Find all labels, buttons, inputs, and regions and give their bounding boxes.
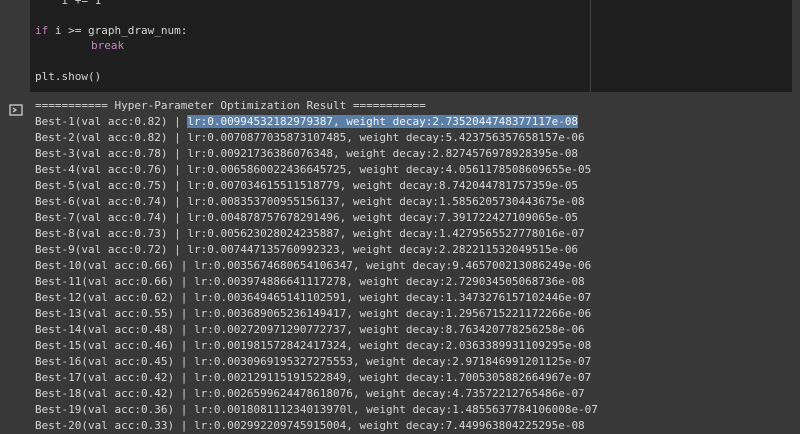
row-params: lr:0.008353700955156137, weight decay:1.…: [187, 195, 585, 208]
editor-ruler: [590, 0, 591, 92]
row-params: lr:0.00921736386076348, weight decay:2.8…: [187, 147, 579, 160]
code-line: break: [91, 39, 124, 53]
keyword: break: [91, 39, 125, 52]
code-line: plt.show(): [35, 70, 102, 83]
code-text: i >= graph_draw_num:: [48, 24, 188, 37]
output-row: Best-20(val acc:0.33) | lr:0.00299220974…: [35, 418, 585, 434]
row-params: lr:0.007447135760992323, weight decay:2.…: [187, 243, 579, 256]
code-line: i += 1: [35, 0, 102, 7]
row-params: lr:0.003689065236149417, weight decay:1.…: [193, 307, 592, 320]
row-label: Best-9(val acc:0.72) |: [35, 243, 188, 256]
output-row: Best-5(val acc:0.75) | lr:0.007034615511…: [35, 178, 578, 194]
row-label: Best-11(val acc:0.66) |: [35, 275, 194, 288]
row-label: Best-15(val acc:0.46) |: [35, 339, 194, 352]
row-params: lr:0.004878757678291496, weight decay:7.…: [187, 211, 579, 224]
row-params: lr:0.0026599624478618076, weight decay:4…: [193, 387, 585, 400]
row-label: Best-1(val acc:0.82) |: [35, 115, 188, 128]
row-label: Best-5(val acc:0.75) |: [35, 179, 188, 192]
code-cell[interactable]: i += 1 if i >= graph_draw_num: break plt…: [0, 0, 800, 92]
row-params: lr:0.001808111234013970l, weight decay:1…: [193, 403, 598, 416]
output-row: Best-15(val acc:0.46) | lr:0.00198157284…: [35, 338, 591, 354]
row-params: lr:0.0035674680654106347, weight decay:9…: [193, 259, 592, 272]
output-row: Best-16(val acc:0.45) | lr:0.00309691953…: [35, 354, 591, 370]
row-params: lr:0.0030969195327275553, weight decay:2…: [193, 355, 592, 368]
row-params: lr:0.0065860022436645725, weight decay:4…: [187, 163, 592, 176]
output-row: Best-3(val acc:0.78) | lr:0.009217363860…: [35, 146, 578, 162]
output-row: Best-17(val acc:0.42) | lr:0.00212911519…: [35, 370, 591, 386]
row-label: Best-17(val acc:0.42) |: [35, 371, 194, 384]
row-params: lr:0.003649465141102591, weight decay:1.…: [193, 291, 592, 304]
output-row: Best-2(val acc:0.82) | lr:0.007087703587…: [35, 130, 585, 146]
output-icon[interactable]: [9, 101, 23, 116]
row-label: Best-7(val acc:0.74) |: [35, 211, 188, 224]
row-label: Best-8(val acc:0.73) |: [35, 227, 188, 240]
row-label: Best-2(val acc:0.82) |: [35, 131, 188, 144]
row-label: Best-6(val acc:0.74) |: [35, 195, 188, 208]
output-header: =========== Hyper-Parameter Optimization…: [35, 99, 426, 112]
row-label: Best-19(val acc:0.36) |: [35, 403, 194, 416]
row-params: lr:0.001981572842417324, weight decay:2.…: [193, 339, 592, 352]
output-row: Best-13(val acc:0.55) | lr:0.00368906523…: [35, 306, 591, 322]
code-editor[interactable]: i += 1 if i >= graph_draw_num: break plt…: [30, 0, 792, 92]
row-params: lr:0.002129115191522849, weight decay:1.…: [193, 371, 592, 384]
row-label: Best-14(val acc:0.48) |: [35, 323, 194, 336]
cell-output: =========== Hyper-Parameter Optimization…: [0, 92, 800, 432]
row-label: Best-16(val acc:0.45) |: [35, 355, 194, 368]
row-label: Best-18(val acc:0.42) |: [35, 387, 194, 400]
row-label: Best-20(val acc:0.33) |: [35, 419, 194, 432]
row-label: Best-13(val acc:0.55) |: [35, 307, 194, 320]
output-row: Best-7(val acc:0.74) | lr:0.004878757678…: [35, 210, 578, 226]
output-row: Best-4(val acc:0.76) | lr:0.006586002243…: [35, 162, 591, 178]
output-row: Best-10(val acc:0.66) | lr:0.00356746806…: [35, 258, 591, 274]
row-label: Best-4(val acc:0.76) |: [35, 163, 188, 176]
row-params: lr:0.002720971290772737, weight decay:8.…: [193, 323, 585, 336]
row-params: lr:0.005623028024235887, weight decay:1.…: [187, 227, 585, 240]
row-params: lr:0.002992209745915004, weight decay:7.…: [193, 419, 585, 432]
output-row: Best-1(val acc:0.82) | lr:0.009945321829…: [35, 114, 579, 130]
output-row: Best-9(val acc:0.72) | lr:0.007447135760…: [35, 242, 578, 258]
output-row: Best-12(val acc:0.62) | lr:0.00364946514…: [35, 290, 591, 306]
row-params: lr:0.0070877035873107485, weight decay:5…: [187, 131, 585, 144]
row-label: Best-10(val acc:0.66) |: [35, 259, 194, 272]
row-params: lr:0.003974886641117278, weight decay:2.…: [193, 275, 585, 288]
row-label: Best-3(val acc:0.78) |: [35, 147, 188, 160]
code-line: if i >= graph_draw_num:: [35, 24, 187, 38]
output-row: Best-18(val acc:0.42) | lr:0.00265996244…: [35, 386, 585, 402]
row-params: lr:0.007034615511518779, weight decay:8.…: [187, 179, 579, 192]
row-label: Best-12(val acc:0.62) |: [35, 291, 194, 304]
output-row: Best-19(val acc:0.36) | lr:0.00180811123…: [35, 402, 598, 418]
output-row: Best-14(val acc:0.48) | lr:0.00272097129…: [35, 322, 585, 338]
row-params: lr:0.00994532182979387, weight decay:2.7…: [187, 115, 579, 128]
keyword: if: [35, 24, 49, 37]
output-row: Best-6(val acc:0.74) | lr:0.008353700955…: [35, 194, 585, 210]
output-row: Best-8(val acc:0.73) | lr:0.005623028024…: [35, 226, 585, 242]
output-row: Best-11(val acc:0.66) | lr:0.00397488664…: [35, 274, 585, 290]
